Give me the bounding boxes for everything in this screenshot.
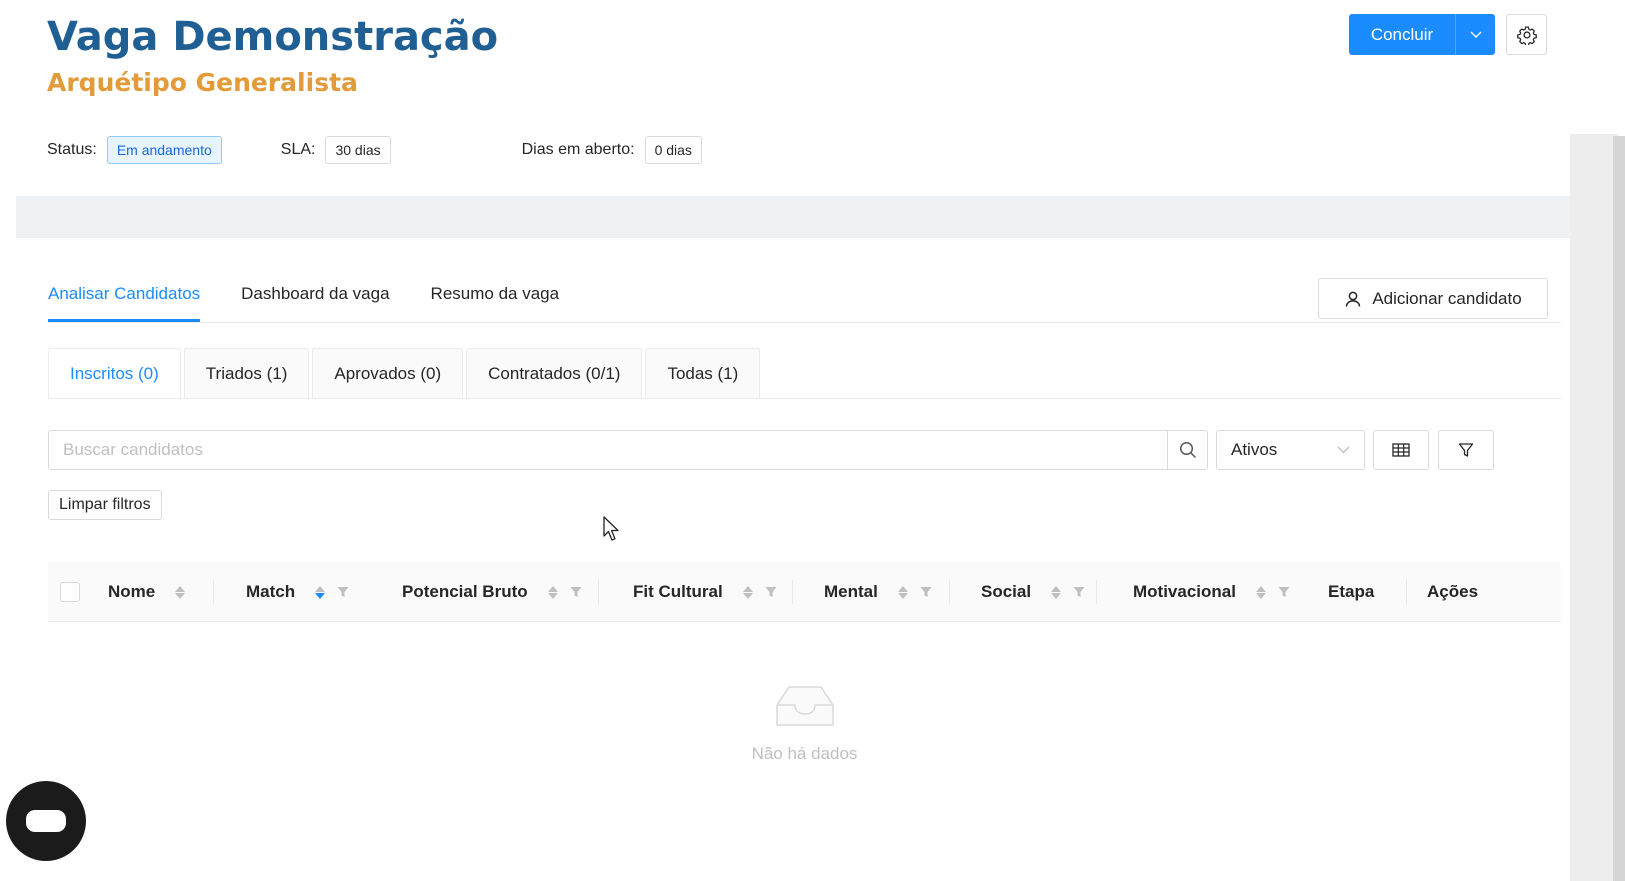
tabs-divider — [48, 322, 1561, 323]
chat-button[interactable] — [6, 781, 86, 861]
sort-icon[interactable] — [175, 585, 186, 599]
user-icon — [1346, 291, 1361, 307]
stage-tabs: Inscritos (0) Triados (1) Aprovados (0) … — [48, 348, 763, 398]
sort-icon[interactable] — [547, 585, 558, 599]
candidates-table-header: Nome Match Potencial Bruto Fit Cultural — [48, 562, 1561, 622]
status-badge: Em andamento — [106, 136, 222, 164]
column-label: Social — [981, 582, 1032, 601]
add-candidate-label: Adicionar candidato — [1372, 288, 1522, 308]
filter-icon[interactable] — [570, 586, 582, 598]
status-filter-select[interactable]: Ativos — [1216, 430, 1365, 470]
filter-icon[interactable] — [1073, 586, 1085, 598]
column-mental[interactable]: Mental — [824, 562, 932, 622]
status-label: Status: — [47, 141, 97, 158]
column-divider — [1406, 580, 1407, 604]
filter-icon[interactable] — [337, 586, 349, 598]
add-candidate-button[interactable]: Adicionar candidato — [1318, 278, 1548, 319]
tab-aprovados[interactable]: Aprovados (0) — [312, 348, 464, 398]
scrollbar[interactable] — [1613, 136, 1625, 881]
column-label: Ações — [1427, 582, 1479, 601]
tab-inscritos[interactable]: Inscritos (0) — [48, 348, 181, 398]
filter-button[interactable] — [1438, 430, 1494, 470]
section-divider — [16, 196, 1578, 238]
column-divider — [213, 580, 214, 604]
settings-button[interactable] — [1506, 14, 1547, 55]
column-label: Potencial Bruto — [402, 582, 528, 601]
tab-todas[interactable]: Todas (1) — [645, 348, 761, 398]
column-nome[interactable]: Nome — [108, 562, 186, 622]
tab-dashboard-vaga[interactable]: Dashboard da vaga — [241, 278, 389, 322]
main-tabs: Analisar Candidatos Dashboard da vaga Re… — [48, 278, 600, 322]
job-meta-row: Status: Em andamento SLA: 30 dias Dias e… — [47, 136, 702, 164]
conclude-button-group: Concluir — [1349, 14, 1495, 55]
stage-tabs-divider — [48, 398, 1561, 399]
filter-icon[interactable] — [1278, 586, 1290, 598]
candidates-panel: Analisar Candidatos Dashboard da vaga Re… — [16, 238, 1570, 881]
sort-icon[interactable] — [1051, 585, 1062, 599]
column-label: Fit Cultural — [633, 582, 723, 601]
sort-icon[interactable] — [1255, 585, 1266, 599]
sla-label: SLA: — [280, 141, 316, 158]
column-divider — [792, 580, 793, 604]
column-label: Motivacional — [1133, 582, 1236, 601]
column-etapa: Etapa — [1328, 562, 1374, 622]
search-input[interactable] — [48, 430, 1169, 470]
column-label: Etapa — [1328, 582, 1375, 601]
tab-triados[interactable]: Triados (1) — [183, 348, 310, 398]
filter-icon[interactable] — [920, 586, 932, 598]
mouse-cursor-icon — [603, 516, 619, 541]
column-acoes: Ações — [1427, 562, 1478, 622]
column-motivacional[interactable]: Motivacional — [1133, 562, 1290, 622]
chevron-down-icon — [1337, 446, 1350, 454]
select-all-checkbox[interactable] — [60, 582, 80, 602]
gear-icon — [1516, 25, 1537, 45]
column-divider — [598, 580, 599, 604]
page: Vaga Demonstração Arquétipo Generalista … — [0, 0, 1625, 881]
conclude-button[interactable]: Concluir — [1349, 14, 1455, 55]
column-label: Mental — [824, 582, 878, 601]
column-divider — [949, 580, 950, 604]
column-potencial-bruto[interactable]: Potencial Bruto — [402, 562, 582, 622]
clear-filters-button[interactable]: Limpar filtros — [48, 490, 162, 520]
job-archetype: Arquétipo Generalista — [47, 68, 358, 97]
sort-icon[interactable] — [315, 585, 326, 599]
search-button[interactable] — [1168, 430, 1208, 470]
column-label: Match — [246, 582, 296, 601]
job-header: Vaga Demonstração Arquétipo Generalista … — [16, 0, 1578, 196]
column-fit-cultural[interactable]: Fit Cultural — [633, 562, 777, 622]
column-social[interactable]: Social — [981, 562, 1085, 622]
column-divider — [1096, 580, 1097, 604]
filter-icon[interactable] — [765, 586, 777, 598]
chevron-down-icon — [1470, 31, 1481, 38]
tab-resumo-vaga[interactable]: Resumo da vaga — [431, 278, 560, 322]
tab-contratados[interactable]: Contratados (0/1) — [466, 348, 643, 398]
conclude-dropdown-button[interactable] — [1455, 14, 1495, 55]
empty-state-text: Não há dados — [751, 744, 858, 763]
columns-button[interactable] — [1373, 430, 1429, 470]
table-columns-icon — [1392, 443, 1410, 457]
job-title: Vaga Demonstração — [47, 14, 499, 60]
search-bar — [48, 430, 1208, 470]
candidates-table-body: Não há dados — [48, 623, 1561, 833]
search-icon — [1179, 441, 1196, 459]
empty-state: Não há dados — [48, 683, 1561, 764]
open-days-value: 0 dias — [644, 136, 702, 164]
filter-icon — [1458, 443, 1474, 457]
chat-bubble-icon — [26, 810, 66, 832]
sla-value: 30 dias — [325, 136, 391, 164]
status-filter-value: Ativos — [1231, 440, 1278, 459]
tab-analisar-candidatos[interactable]: Analisar Candidatos — [48, 278, 201, 322]
empty-inbox-icon — [775, 686, 834, 726]
scroll-track — [1570, 134, 1618, 881]
column-label: Nome — [108, 582, 156, 601]
column-match[interactable]: Match — [246, 562, 349, 622]
sort-icon[interactable] — [897, 585, 908, 599]
open-days-label: Dias em aberto: — [521, 141, 635, 158]
sort-icon[interactable] — [742, 585, 753, 599]
